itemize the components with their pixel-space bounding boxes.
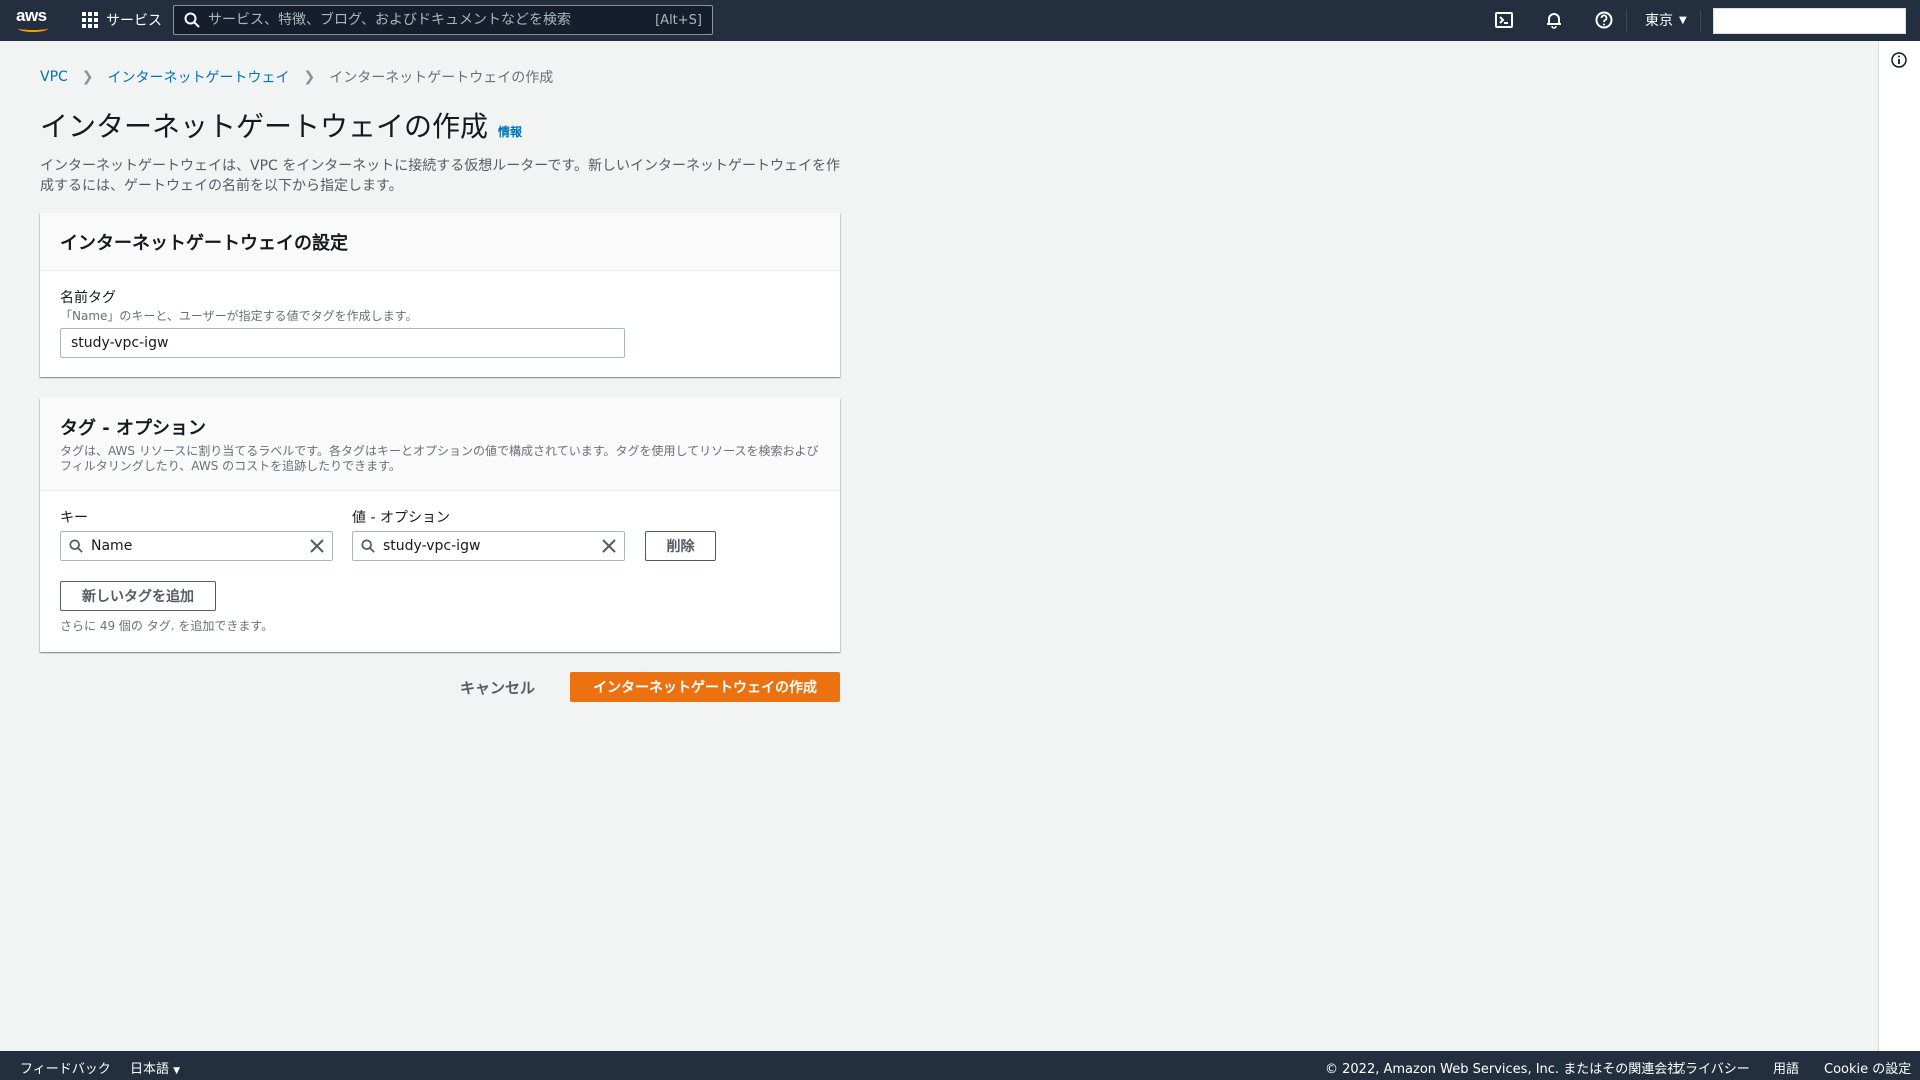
cookie-settings-link[interactable]: Cookie の設定 (1824, 1058, 1911, 1077)
global-search[interactable]: [Alt+S] (173, 5, 713, 35)
add-tag-button[interactable]: 新しいタグを追加 (60, 581, 216, 611)
chevron-right-icon: ❯ (81, 69, 94, 85)
breadcrumb-current: インターネットゲートウェイの作成 (329, 70, 554, 86)
copyright-text: © 2022, Amazon Web Services, Inc. またはその関… (1325, 1062, 1694, 1077)
create-internet-gateway-button[interactable]: インターネットゲートウェイの作成 (570, 672, 840, 702)
language-label: 日本語 (130, 1062, 170, 1077)
gateway-settings-panel: インターネットゲートウェイの設定 名前タグ 「Name」のキーと、ユーザーが指定… (40, 213, 840, 377)
page-description: インターネットゲートウェイは、VPC をインターネットに接続する仮想ルーターです… (40, 158, 841, 194)
remove-tag-button[interactable]: 削除 (645, 531, 716, 561)
panel-body: 名前タグ 「Name」のキーと、ユーザーが指定する値でタグを作成します。 (40, 271, 840, 374)
panel-header: インターネットゲートウェイの設定 (40, 213, 840, 271)
breadcrumb-vpc[interactable]: VPC (40, 69, 68, 85)
global-search-input[interactable] (208, 12, 656, 28)
grid-icon (82, 12, 98, 28)
chevron-right-icon: ❯ (303, 69, 316, 85)
tag-value-label: 値 - オプション (352, 510, 450, 526)
region-selector[interactable]: 東京 ▼ (1645, 10, 1687, 30)
panel-body: キー 値 - オプション 削除 新しいタグを追加 さらに 49 個の タグ. を… (40, 491, 840, 652)
tags-panel-title: タグ - オプション (60, 418, 207, 439)
help-panel-rail (1878, 41, 1920, 1051)
search-icon (361, 539, 375, 553)
services-label: サービス (106, 13, 162, 29)
cloudshell-icon[interactable] (1494, 10, 1514, 30)
caret-down-icon: ▼ (1679, 14, 1687, 26)
page-title-row: インターネットゲートウェイの作成 情報 (40, 105, 522, 145)
bell-icon[interactable] (1544, 10, 1564, 30)
info-link[interactable]: 情報 (498, 123, 522, 140)
tags-panel-description: タグは、AWS リソースに割り当てるラベルです。各タグはキーとオプションの値で構… (60, 444, 819, 473)
aws-logo[interactable]: aws (16, 6, 52, 34)
settings-panel-title: インターネットゲートウェイの設定 (60, 233, 348, 254)
language-selector[interactable]: 日本語 ▼ (130, 1058, 180, 1077)
services-menu-button[interactable]: サービス (82, 9, 162, 31)
terms-link[interactable]: 用語 (1773, 1058, 1799, 1077)
name-tag-label: 名前タグ (60, 290, 116, 306)
breadcrumb-internet-gateways[interactable]: インターネットゲートウェイ (108, 67, 290, 87)
name-tag-input[interactable] (60, 328, 625, 358)
name-tag-description: 「Name」のキーと、ユーザーが指定する値でタグを作成します。 (60, 309, 418, 323)
privacy-link[interactable]: プライバシー (1672, 1058, 1750, 1077)
nav-divider (1626, 10, 1627, 32)
tag-key-label: キー (60, 510, 88, 526)
tag-key-input[interactable] (83, 538, 310, 554)
footer: フィードバック 日本語 ▼ © 2022, Amazon Web Service… (0, 1051, 1920, 1080)
clear-icon[interactable] (602, 539, 616, 553)
info-circle-icon[interactable] (1891, 52, 1907, 68)
nav-divider (1700, 10, 1701, 32)
tag-key-field[interactable] (60, 531, 333, 561)
panel-header: タグ - オプション タグは、AWS リソースに割り当てるラベルです。各タグはキ… (40, 398, 840, 491)
account-menu[interactable] (1713, 8, 1906, 34)
help-icon[interactable] (1594, 10, 1614, 30)
clear-icon[interactable] (310, 539, 324, 553)
tag-value-field[interactable] (352, 531, 625, 561)
search-icon (184, 12, 200, 28)
search-icon (69, 539, 83, 553)
feedback-link[interactable]: フィードバック (20, 1058, 111, 1077)
tags-panel: タグ - オプション タグは、AWS リソースに割り当てるラベルです。各タグはキ… (40, 398, 840, 652)
region-label: 東京 (1645, 13, 1673, 29)
tags-remaining-text: さらに 49 個の タグ. を追加できます。 (60, 619, 274, 633)
breadcrumb: VPC ❯ インターネットゲートウェイ ❯ インターネットゲートウェイの作成 (40, 67, 553, 87)
cancel-button[interactable]: キャンセル (460, 672, 535, 702)
page-title: インターネットゲートウェイの作成 (40, 110, 489, 143)
top-navigation: aws サービス [Alt+S] 東京 ▼ (0, 0, 1920, 41)
search-shortcut: [Alt+S] (655, 12, 702, 28)
caret-down-icon: ▼ (173, 1066, 181, 1076)
tag-value-input[interactable] (375, 538, 602, 554)
